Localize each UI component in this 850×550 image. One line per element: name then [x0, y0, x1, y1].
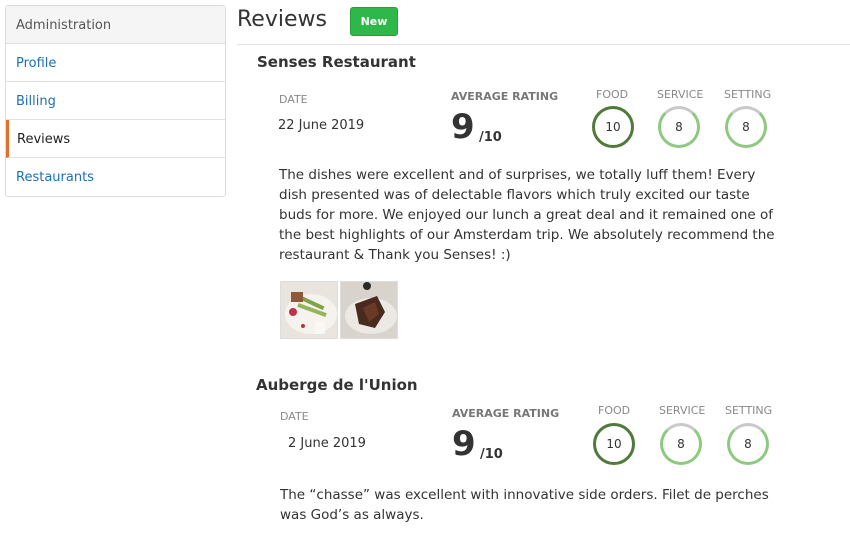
- sidebar-item-billing[interactable]: Billing: [6, 82, 225, 120]
- sidebar-item-profile[interactable]: Profile: [6, 44, 225, 82]
- restaurant-name: Auberge de l'Union: [256, 376, 418, 394]
- average-rating-value: 9: [451, 107, 475, 147]
- service-score-ring: 8: [660, 423, 702, 465]
- review-photo[interactable]: [280, 281, 338, 339]
- food-label: FOOD: [596, 88, 629, 101]
- page-title: Reviews: [237, 7, 327, 32]
- setting-score-ring: 8: [727, 423, 769, 465]
- average-rating-label: AVERAGE RATING: [452, 407, 560, 420]
- food-score-ring: 10: [593, 423, 635, 465]
- review-date: 2 June 2019: [288, 436, 366, 451]
- sidebar-item-restaurants[interactable]: Restaurants: [6, 158, 225, 196]
- restaurant-name: Senses Restaurant: [257, 53, 416, 71]
- date-label: DATE: [279, 93, 308, 106]
- service-score-ring: 8: [658, 106, 700, 148]
- review-text: The dishes were excellent and of surpris…: [279, 167, 775, 263]
- sidebar-item-reviews[interactable]: Reviews: [6, 120, 225, 158]
- header-divider: [237, 44, 850, 45]
- date-label: DATE: [280, 410, 309, 423]
- review-date: 22 June 2019: [278, 118, 365, 133]
- new-review-button[interactable]: New: [350, 7, 398, 36]
- setting-label: SETTING: [725, 404, 773, 417]
- setting-label: SETTING: [724, 88, 772, 101]
- sidebar-header: Administration: [6, 6, 225, 44]
- average-rating-denominator: /10: [479, 130, 502, 145]
- review-text: The “chasse” was excellent with innovati…: [280, 487, 769, 523]
- average-rating-label: AVERAGE RATING: [451, 90, 559, 103]
- service-label: SERVICE: [659, 404, 706, 417]
- sidebar: Administration Profile Billing Reviews R…: [5, 5, 226, 197]
- setting-score-ring: 8: [725, 106, 767, 148]
- average-rating-value: 9: [452, 424, 476, 464]
- review-photo[interactable]: [340, 281, 398, 339]
- average-rating-denominator: /10: [480, 447, 503, 462]
- service-label: SERVICE: [657, 88, 704, 101]
- food-label: FOOD: [598, 404, 631, 417]
- food-score-ring: 10: [592, 106, 634, 148]
